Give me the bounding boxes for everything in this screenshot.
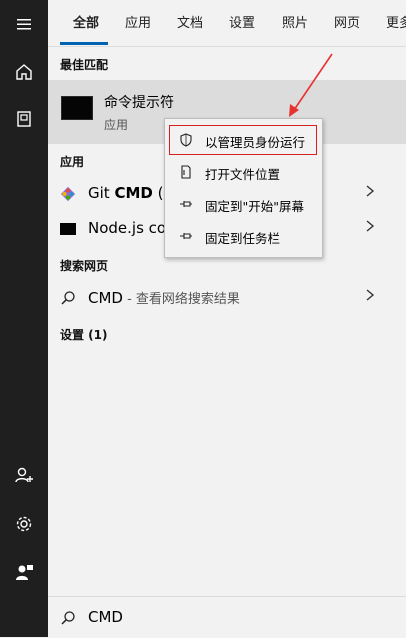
search-icon <box>61 611 75 625</box>
context-menu: 以管理员身份运行 打开文件位置 固定到"开始"屏幕 固定到任务栏 <box>164 118 323 258</box>
node-console-label: Node.js co <box>88 219 167 237</box>
tab-all[interactable]: 全部 <box>73 12 99 31</box>
tab-apps[interactable]: 应用 <box>125 12 151 31</box>
best-match-heading: 最佳匹配 <box>60 58 109 72</box>
menu-item-open-file-location[interactable]: 打开文件位置 <box>170 158 316 186</box>
web-search-heading: 搜索网页 <box>60 259 109 273</box>
tab-web[interactable]: 网页 <box>334 12 360 31</box>
file-location-icon <box>181 165 191 179</box>
chevron-right-icon[interactable] <box>364 184 376 198</box>
menu-item-label: 固定到"开始"屏幕 <box>205 199 304 214</box>
best-match-type: 应用 <box>104 118 129 132</box>
node-console-icon <box>60 223 76 235</box>
chevron-right-icon[interactable] <box>364 219 376 233</box>
best-match-name: 命令提示符 <box>104 95 174 111</box>
search-icon <box>61 291 75 305</box>
hamburger-menu-icon[interactable] <box>12 12 36 36</box>
apps-heading: 应用 <box>60 155 85 169</box>
menu-item-run-as-admin[interactable]: 以管理员身份运行 <box>169 125 317 155</box>
search-tabs: 全部 应用 文档 设置 照片 网页 更多 <box>48 0 406 47</box>
web-search-label: CMD - 查看网络搜索结果 <box>88 289 240 307</box>
list-item-web-search[interactable]: CMD - 查看网络搜索结果 <box>48 281 406 315</box>
home-icon[interactable] <box>12 60 36 84</box>
menu-item-label: 打开文件位置 <box>205 167 281 182</box>
menu-item-pin-to-start[interactable]: 固定到"开始"屏幕 <box>170 190 316 218</box>
cmd-window-icon <box>61 96 93 120</box>
tab-documents[interactable]: 文档 <box>177 12 203 31</box>
shield-icon <box>180 133 192 147</box>
tab-settings[interactable]: 设置 <box>229 12 255 31</box>
menu-item-pin-to-taskbar[interactable]: 固定到任务栏 <box>170 222 316 250</box>
git-cmd-label: Git CMD (D <box>88 184 175 202</box>
tab-photos[interactable]: 照片 <box>282 12 308 31</box>
menu-item-label: 固定到任务栏 <box>205 231 281 246</box>
left-rail <box>0 0 48 637</box>
tab-more[interactable]: 更多 <box>386 12 406 31</box>
search-input[interactable]: CMD <box>88 608 123 626</box>
pin-icon <box>180 201 192 207</box>
user-feedback-icon[interactable] <box>12 560 36 584</box>
menu-item-label: 以管理员身份运行 <box>205 135 306 150</box>
settings-heading[interactable]: 设置 (1) <box>60 326 108 343</box>
active-tab-indicator <box>60 42 108 45</box>
chevron-right-icon[interactable] <box>364 288 376 302</box>
add-user-icon[interactable] <box>12 463 36 487</box>
document-icon[interactable] <box>12 107 36 131</box>
gear-icon[interactable] <box>12 512 36 536</box>
git-diamond-icon <box>60 186 76 202</box>
search-box[interactable]: CMD <box>48 596 406 638</box>
pin-icon <box>180 233 192 239</box>
